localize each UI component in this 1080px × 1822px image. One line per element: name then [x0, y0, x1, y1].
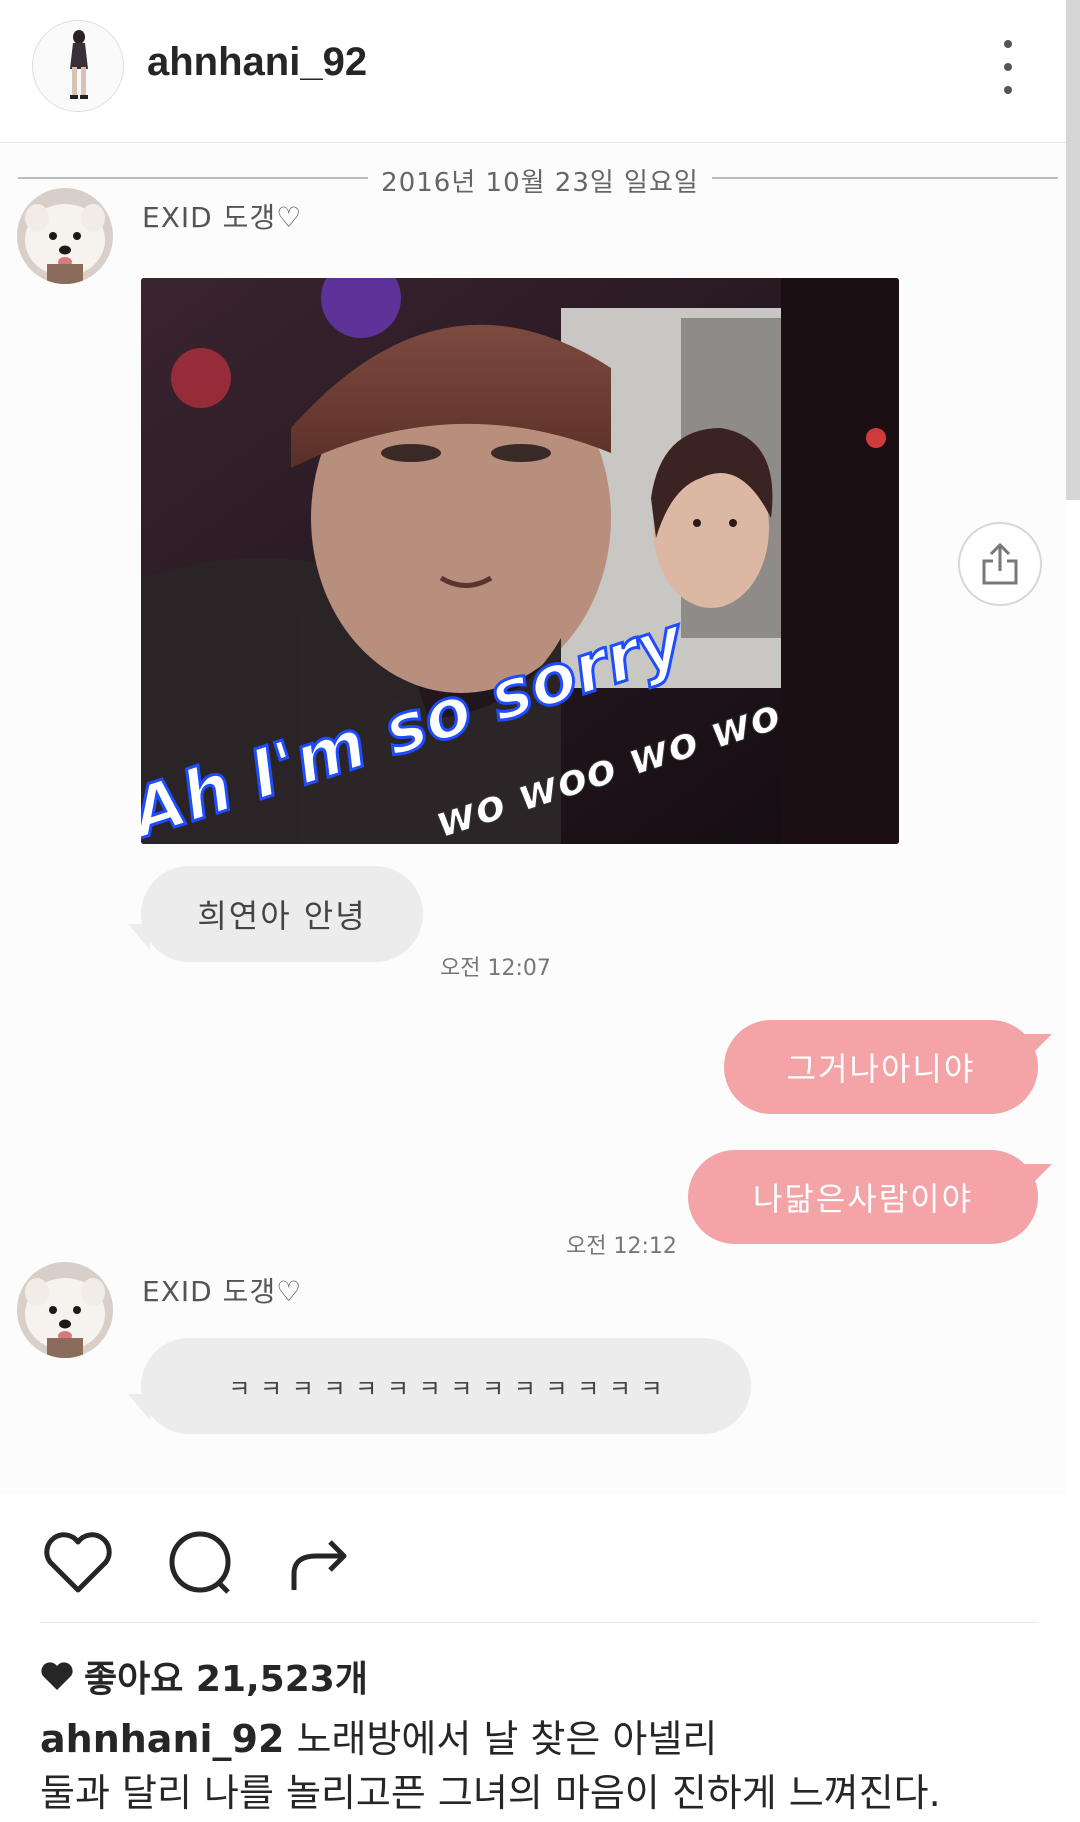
date-separator: 2016년 10월 23일 일요일	[18, 156, 1058, 198]
like-heart-svg	[44, 1532, 112, 1593]
karaoke-scene: Ah I'm so sorry wo woo wo wo	[141, 278, 899, 844]
message-bubble-incoming: ㅋ ㅋ ㅋ ㅋ ㅋ ㅋ ㅋ ㅋ ㅋ ㅋ ㅋ ㅋ ㅋ ㅋ	[141, 1338, 751, 1434]
date-line-left	[18, 177, 368, 179]
post-header: ahnhani_92	[0, 0, 1066, 143]
message-time: 오전 12:07	[440, 956, 551, 981]
sender-name: EXID 도갱♡	[142, 1275, 303, 1308]
share-icon[interactable]	[280, 1522, 360, 1602]
dog-avatar-image	[17, 1262, 113, 1358]
comment-icon[interactable]	[160, 1522, 240, 1602]
post-caption: ahnhani_92 노래방에서 날 찾은 아넬리 둘과 달리 나를 놀리고픈 …	[40, 1712, 1050, 1820]
more-options-icon[interactable]	[995, 40, 1021, 94]
actions-divider	[40, 1622, 1038, 1623]
likes-count[interactable]: 좋아요 21,523개	[40, 1650, 368, 1702]
dog-avatar-image	[17, 188, 113, 284]
share-arrow-svg	[291, 1540, 347, 1590]
sender-avatar[interactable]	[17, 188, 113, 284]
date-line-right	[712, 177, 1058, 179]
karaoke-photo[interactable]: Ah I'm so sorry wo woo wo wo	[141, 278, 899, 844]
message-bubble-incoming: 희연아 안녕	[141, 866, 423, 962]
more-dot	[1004, 40, 1012, 48]
post-actions	[0, 1494, 1080, 1622]
message-bubble-outgoing: 나닮은사람이야	[688, 1150, 1038, 1244]
chat-date: 2016년 10월 23일 일요일	[381, 168, 699, 198]
share-upload-icon	[982, 542, 1018, 585]
user-avatar-image	[33, 21, 123, 111]
message-time: 오전 12:12	[566, 1234, 677, 1259]
share-image-button[interactable]	[958, 522, 1042, 606]
message-bubble-outgoing: 그거나아니야	[724, 1020, 1038, 1114]
user-avatar[interactable]	[32, 20, 124, 112]
likes-label: 좋아요 21,523개	[84, 1659, 368, 1700]
caption-username[interactable]: ahnhani_92	[40, 1717, 284, 1761]
scrollbar[interactable]	[1066, 0, 1080, 500]
sender-avatar[interactable]	[17, 1262, 113, 1358]
comment-bubble-svg	[169, 1531, 231, 1594]
more-dot	[1004, 63, 1012, 71]
sender-name: EXID 도갱♡	[142, 201, 303, 234]
filled-heart-icon	[41, 1662, 73, 1690]
heart-icon[interactable]	[38, 1522, 118, 1602]
post-image-chat[interactable]: 2016년 10월 23일 일요일 EXID 도갱♡ Ah I'm so sor…	[0, 144, 1066, 1494]
post-username[interactable]: ahnhani_92	[147, 40, 367, 85]
more-dot	[1004, 86, 1012, 94]
